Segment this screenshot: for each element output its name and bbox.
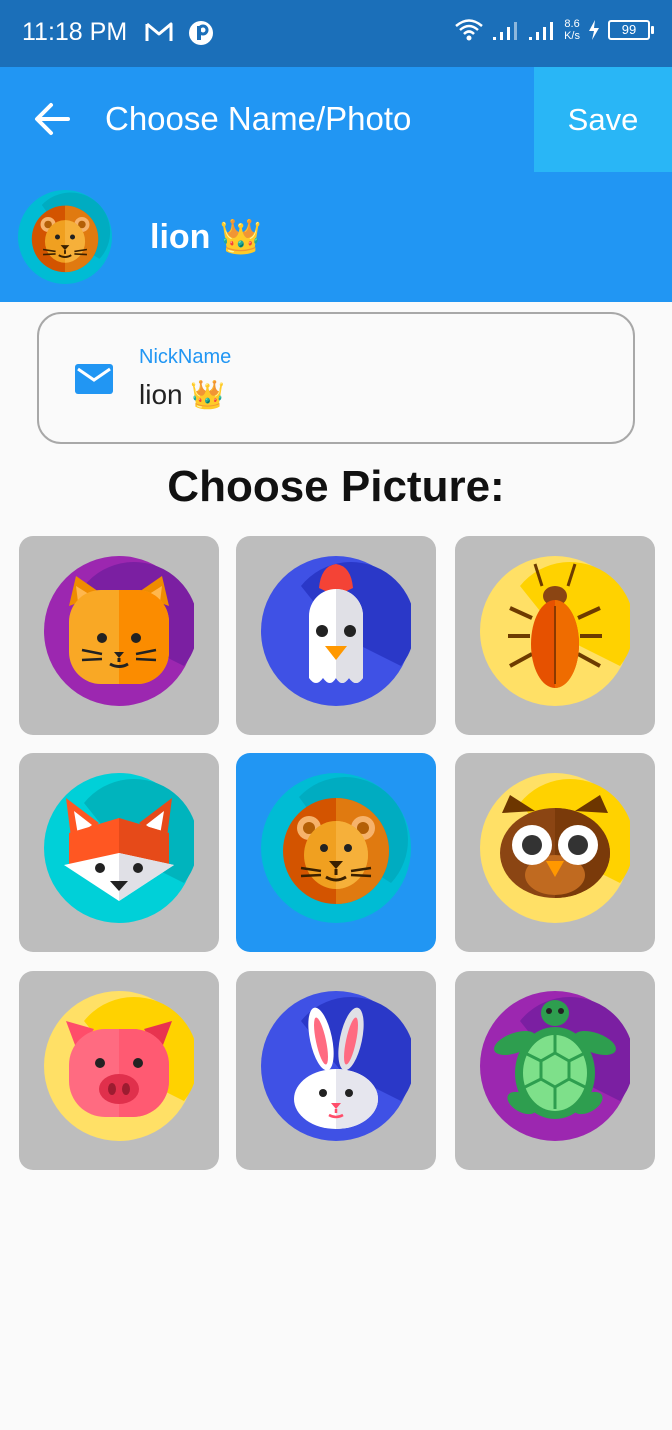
rabbit-icon — [261, 991, 411, 1141]
nickname-input[interactable] — [139, 378, 559, 410]
app-notification-icon — [188, 20, 214, 50]
cat-icon — [44, 556, 194, 706]
cockroach-icon — [480, 556, 630, 706]
mail-icon — [75, 364, 113, 398]
lion-icon — [261, 773, 411, 923]
owl-icon — [480, 773, 630, 923]
page-title: Choose Name/Photo — [105, 100, 412, 137]
save-button[interactable]: Save — [534, 67, 672, 172]
lion-avatar — [18, 190, 112, 284]
picture-option-cockroach[interactable] — [455, 536, 655, 735]
back-arrow-icon[interactable] — [34, 102, 70, 140]
network-speed: 8.6 K/s — [564, 18, 580, 42]
pig-icon — [44, 991, 194, 1141]
app-bar: Choose Name/Photo Save — [0, 67, 672, 172]
battery-icon: 99 — [608, 20, 654, 40]
signal-icon-1 — [493, 22, 518, 40]
picture-option-rabbit[interactable] — [236, 971, 436, 1170]
status-bar: 11:18 PM 8.6 K/s 99 — [0, 0, 672, 67]
wifi-icon — [455, 19, 483, 41]
profile-header: lion 👑 — [0, 172, 672, 302]
status-icons: 8.6 K/s 99 — [454, 18, 654, 42]
charging-icon — [589, 20, 599, 40]
picture-option-pig[interactable] — [19, 971, 219, 1170]
picture-option-owl[interactable] — [455, 753, 655, 952]
turtle-icon — [480, 991, 630, 1141]
picture-option-cat[interactable] — [19, 536, 219, 735]
chicken-icon — [261, 556, 411, 706]
picture-option-turtle[interactable] — [455, 971, 655, 1170]
choose-picture-heading: Choose Picture: — [167, 462, 505, 511]
picture-option-chicken[interactable] — [236, 536, 436, 735]
fox-icon — [44, 773, 194, 923]
profile-name: lion 👑 — [150, 218, 263, 256]
status-time: 11:18 PM — [22, 18, 128, 46]
gmail-icon — [145, 20, 173, 48]
signal-icon-2 — [529, 22, 554, 40]
nickname-field[interactable]: NickName — [37, 312, 635, 444]
nickname-label: NickName — [139, 346, 232, 368]
picture-option-fox[interactable] — [19, 753, 219, 952]
picture-option-lion[interactable] — [236, 753, 436, 952]
